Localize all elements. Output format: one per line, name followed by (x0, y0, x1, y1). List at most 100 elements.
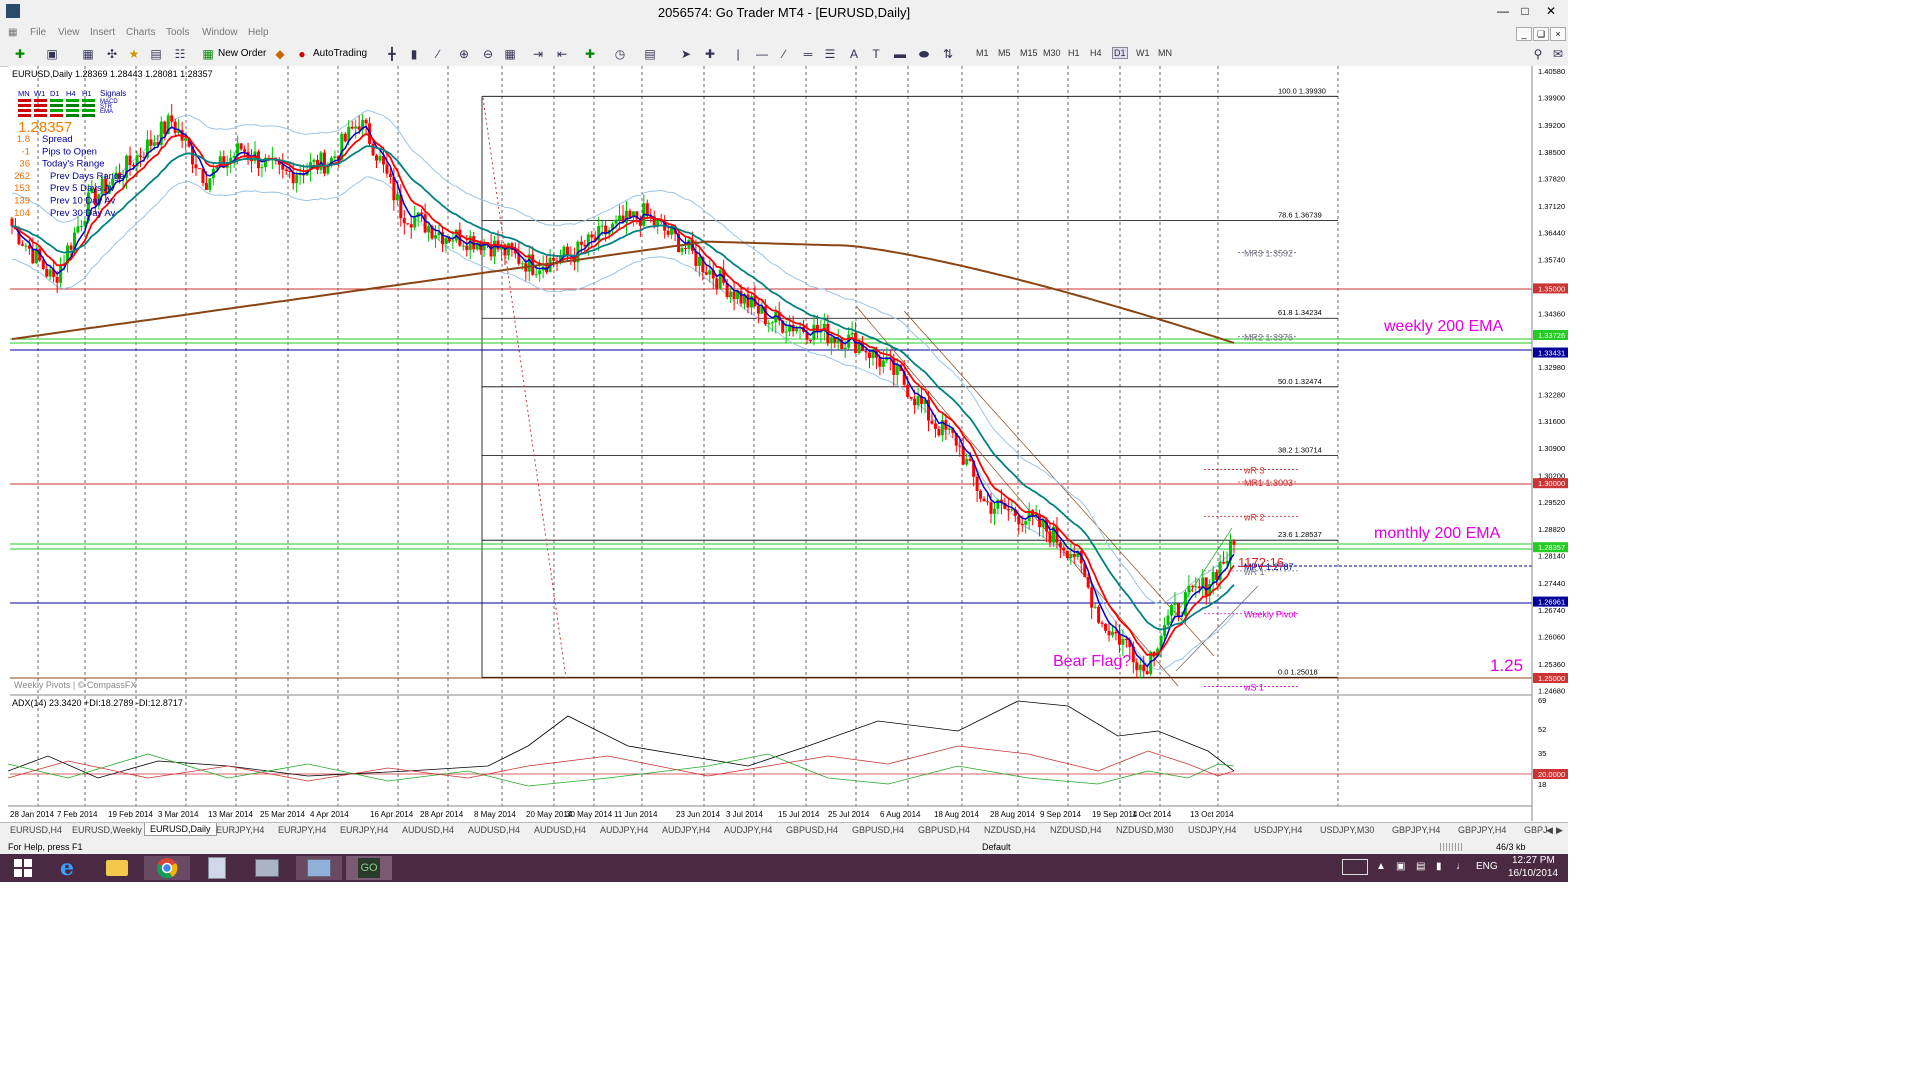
community-icon[interactable]: ✉ (1550, 47, 1566, 61)
network-icon[interactable]: ▤ (1416, 861, 1425, 872)
timeframe-m5[interactable]: M5 (998, 48, 1011, 58)
timeframe-mn[interactable]: MN (1158, 48, 1172, 58)
chart-tab[interactable]: EURUSD,Daily (144, 823, 217, 836)
menu-window[interactable]: Window (202, 27, 238, 38)
chart-tab[interactable]: GBPUSD,H4 (918, 825, 970, 835)
navigator-icon[interactable]: ★ (126, 47, 142, 61)
timeframe-h1[interactable]: H1 (1068, 48, 1080, 58)
templates-icon[interactable]: ▤ (642, 47, 658, 61)
action-center-icon[interactable]: ▣ (1396, 861, 1405, 872)
chart-tab[interactable]: AUDUSD,H4 (468, 825, 520, 835)
menu-view[interactable]: View (58, 27, 80, 38)
chart-tab[interactable]: GBPUSD,H4 (852, 825, 904, 835)
market-watch-icon[interactable]: ▦ (80, 47, 96, 61)
text-icon[interactable]: A (846, 47, 862, 61)
periods-icon[interactable]: ◷ (612, 47, 628, 61)
crosshair-icon[interactable]: ✚ (702, 47, 718, 61)
chart-tab[interactable]: EURUSD,H4 (10, 825, 62, 835)
chart-shift-icon[interactable]: ⇤ (554, 47, 570, 61)
keyboard-icon[interactable] (1342, 859, 1368, 875)
chart-area[interactable]: 100.0 1.39930 78.6 1.36739 61.8 1.34234 50.… (7, 66, 1568, 821)
app-window-icon[interactable] (244, 856, 290, 880)
chart-tab[interactable]: GBPUSD,H4 (786, 825, 838, 835)
autotrading-button[interactable]: AutoTrading (313, 48, 367, 59)
internet-explorer-icon[interactable]: e (44, 855, 90, 881)
tab-scroll-right-icon[interactable]: ▶ (1556, 825, 1563, 836)
horizontal-line-icon[interactable]: — (754, 47, 770, 61)
timeframe-h4[interactable]: H4 (1090, 48, 1102, 58)
line-chart-icon[interactable]: ∕ (430, 47, 446, 61)
tester-icon[interactable]: ☷ (172, 47, 188, 61)
chart-tab[interactable]: GBPJPY,H4 (1392, 825, 1440, 835)
clock-time[interactable]: 12:27 PM (1512, 855, 1555, 866)
chart-tab[interactable]: EURJPY,H4 (278, 825, 326, 835)
data-window-icon[interactable]: ✣ (104, 47, 120, 61)
zoom-in-icon[interactable]: ⊕ (456, 47, 472, 61)
tray-up-icon[interactable]: ▲ (1376, 861, 1386, 872)
new-order-button[interactable]: New Order (218, 48, 266, 59)
chart-tab[interactable]: NZDUSD,M30 (1116, 825, 1174, 835)
timeframe-m15[interactable]: M15 (1020, 48, 1038, 58)
timeframe-w1[interactable]: W1 (1136, 48, 1150, 58)
timeframe-d1[interactable]: D1 (1112, 47, 1128, 59)
file-explorer-icon[interactable] (94, 856, 140, 880)
language-indicator[interactable]: ENG (1476, 861, 1498, 872)
chrome-icon[interactable] (144, 856, 190, 880)
new-chart-icon[interactable]: ✚ (12, 47, 28, 61)
trendline-icon[interactable]: ∕ (776, 47, 792, 61)
timeframe-m1[interactable]: M1 (976, 48, 989, 58)
maximize-button[interactable]: □ (1514, 3, 1536, 19)
rectangle-icon[interactable]: ▬ (892, 47, 908, 61)
chart-tab[interactable]: EURJPY,H4 (340, 825, 388, 835)
fibonacci-icon[interactable]: ☰ (822, 47, 838, 61)
chart-tab[interactable]: NZDUSD,H4 (984, 825, 1036, 835)
candlestick-icon[interactable]: ▮ (406, 47, 422, 61)
arrows-icon[interactable]: ⇅ (940, 47, 956, 61)
text-label-icon[interactable]: T (868, 47, 884, 61)
vertical-line-icon[interactable]: | (730, 47, 746, 61)
chart-svg[interactable]: 100.0 1.39930 78.6 1.36739 61.8 1.34234 50.… (7, 66, 1568, 821)
menu-file[interactable]: File (30, 27, 46, 38)
cursor-icon[interactable]: ➤ (678, 47, 694, 61)
chart-tab[interactable]: USDJPY,M30 (1320, 825, 1374, 835)
timeframe-m30[interactable]: M30 (1043, 48, 1061, 58)
chart-tab[interactable]: AUDJPY,H4 (600, 825, 648, 835)
mdi-restore-button[interactable]: ❏ (1533, 27, 1549, 41)
power-icon[interactable]: ▮ (1436, 861, 1442, 872)
minimize-button[interactable]: — (1492, 3, 1514, 19)
chart-tab[interactable]: AUDUSD,H4 (402, 825, 454, 835)
menu-charts[interactable]: Charts (126, 27, 155, 38)
new-order-icon[interactable]: ▦ (200, 47, 216, 61)
metatrader-icon[interactable]: GO (346, 856, 392, 880)
close-button[interactable]: ✕ (1540, 3, 1562, 19)
chart-tab[interactable]: GBPJ (1524, 825, 1548, 835)
menu-insert[interactable]: Insert (90, 27, 115, 38)
channel-icon[interactable]: ═ (800, 47, 816, 61)
chart-tab[interactable]: AUDUSD,H4 (534, 825, 586, 835)
chart-tab[interactable]: AUDJPY,H4 (662, 825, 710, 835)
menu-help[interactable]: Help (248, 27, 269, 38)
status-profile[interactable]: Default (982, 842, 1011, 852)
bar-chart-icon[interactable]: ╋ (384, 47, 400, 61)
tab-scroll-left-icon[interactable]: ◀ (1546, 825, 1553, 836)
auto-scroll-icon[interactable]: ⇥ (530, 47, 546, 61)
chart-tab[interactable]: USDJPY,H4 (1188, 825, 1236, 835)
tile-windows-icon[interactable]: ▦ (502, 47, 518, 61)
menu-icon[interactable]: ▦ (8, 27, 17, 38)
terminal-icon[interactable]: ▤ (148, 47, 164, 61)
chart-tab[interactable]: NZDUSD,H4 (1050, 825, 1102, 835)
start-button-icon[interactable] (0, 856, 46, 880)
calculator-icon[interactable] (194, 856, 240, 880)
mdi-minimize-button[interactable]: _ (1516, 27, 1532, 41)
menu-tools[interactable]: Tools (166, 27, 189, 38)
indicators-icon[interactable]: ✚ (582, 47, 598, 61)
snipping-tool-icon[interactable] (296, 856, 342, 880)
autotrading-icon[interactable]: ● (294, 47, 310, 61)
chart-tab[interactable]: GBPJPY,H4 (1458, 825, 1506, 835)
chart-tab[interactable]: EURUSD,Weekly (72, 825, 142, 835)
search-icon[interactable]: ⚲ (1530, 47, 1546, 61)
profiles-icon[interactable]: ▣ (44, 47, 60, 61)
ellipse-icon[interactable]: ⬬ (916, 47, 932, 61)
chart-tab[interactable]: AUDJPY,H4 (724, 825, 772, 835)
mdi-close-button[interactable]: × (1550, 27, 1566, 41)
